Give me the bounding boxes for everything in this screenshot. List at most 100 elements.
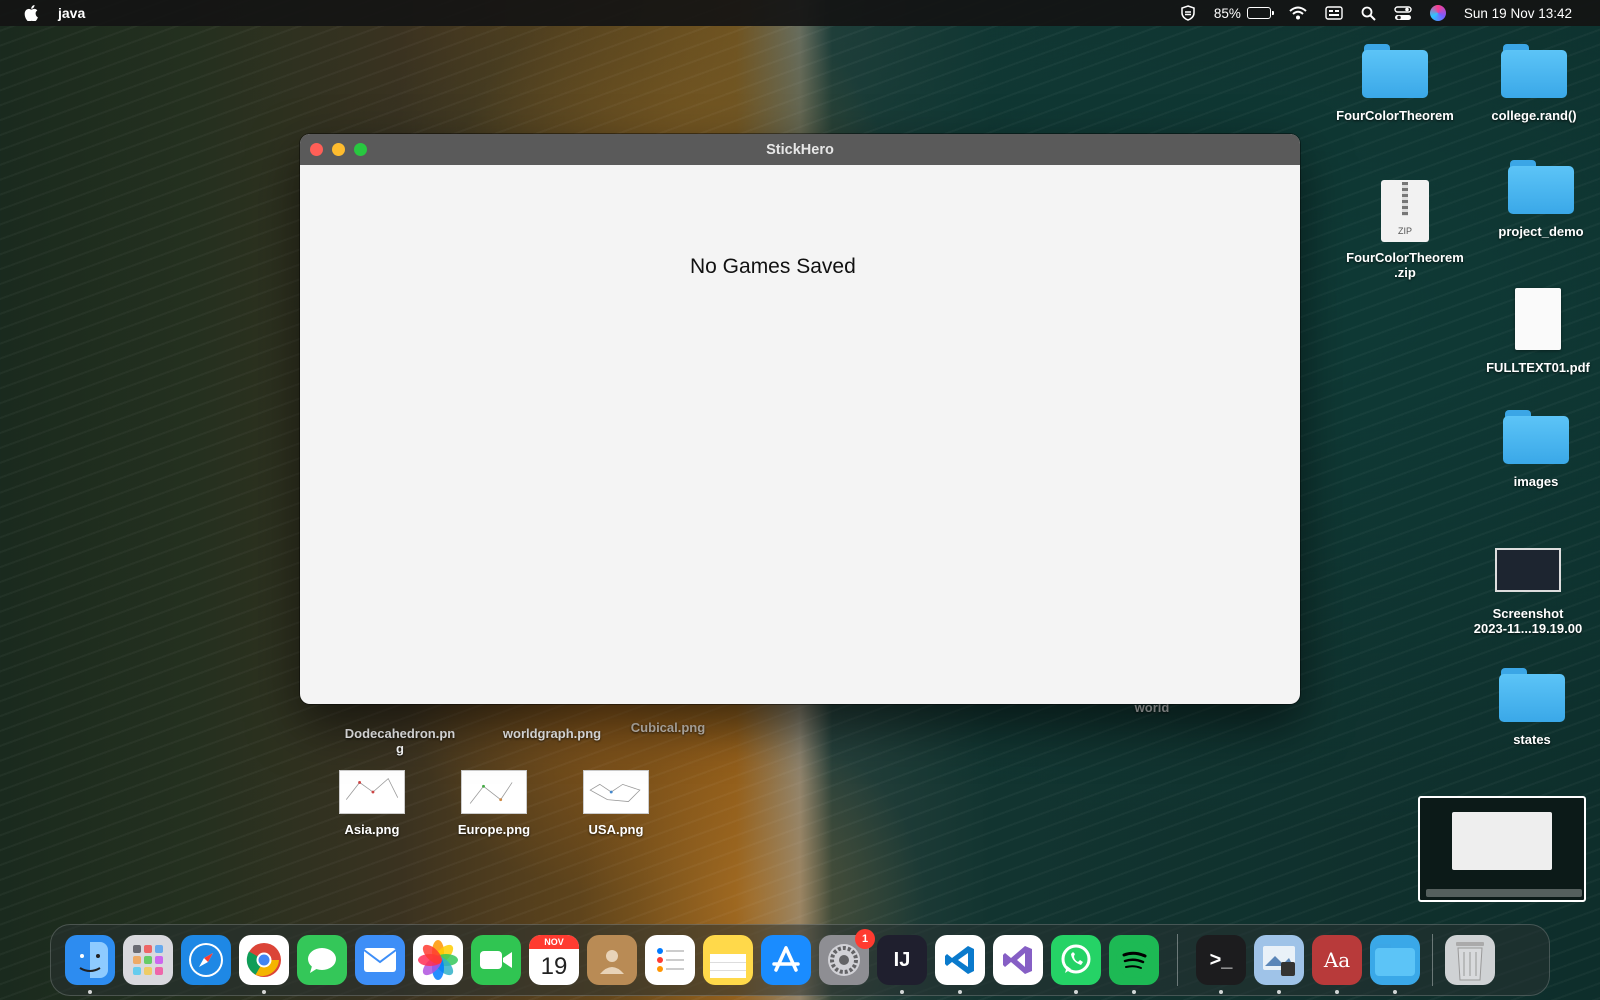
battery-status[interactable]: 85% bbox=[1213, 5, 1274, 21]
trash-icon bbox=[1452, 938, 1488, 982]
dictionary-icon: Aa bbox=[1323, 948, 1351, 972]
desktop-file-europe-png[interactable]: Europe.png bbox=[452, 770, 536, 837]
desktop-file-screenshot[interactable]: Screenshot 2023-11...19.19.00 bbox=[1462, 548, 1594, 636]
desktop-folder-images[interactable]: images bbox=[1470, 410, 1600, 489]
siri-icon[interactable] bbox=[1429, 5, 1446, 21]
dock-trash-button[interactable] bbox=[1445, 935, 1495, 985]
running-indicator bbox=[262, 990, 266, 994]
image-thumbnail bbox=[583, 770, 649, 814]
folder-icon bbox=[1362, 44, 1428, 98]
window-content: No Games Saved bbox=[300, 165, 1300, 704]
dock-intellij-button[interactable]: IJ bbox=[877, 935, 927, 994]
desktop-icon-label: FourColorTheorem bbox=[1336, 108, 1454, 123]
battery-percent: 85% bbox=[1213, 5, 1241, 21]
apple-menu-icon[interactable] bbox=[24, 5, 38, 21]
maximize-button[interactable] bbox=[354, 143, 367, 156]
dock-whatsapp-button[interactable] bbox=[1051, 935, 1101, 994]
minimize-button[interactable] bbox=[332, 143, 345, 156]
dock-separator bbox=[1177, 934, 1178, 986]
desktop-file-dodecahedron[interactable]: Dodecahedron.pn g bbox=[330, 726, 470, 756]
desktop-folder-college-rand[interactable]: college.rand() bbox=[1464, 44, 1600, 123]
dock-appstore-button[interactable] bbox=[761, 935, 811, 985]
chrome-icon bbox=[244, 940, 284, 980]
dock-separator bbox=[1432, 934, 1433, 986]
running-indicator bbox=[1132, 990, 1136, 994]
desktop-icon-label: project_demo bbox=[1498, 224, 1584, 239]
intellij-icon: IJ bbox=[893, 948, 911, 971]
dock-folder-button[interactable] bbox=[1370, 935, 1420, 994]
facetime-icon bbox=[478, 948, 514, 972]
menu-bar: java 85% Sun 19 Nov 13:42 bbox=[0, 0, 1600, 26]
dock-chrome-button[interactable] bbox=[239, 935, 289, 994]
dock-finder-button[interactable] bbox=[65, 935, 115, 994]
desktop-icon-label: states bbox=[1513, 732, 1551, 747]
desktop-icon-label: FourColorTheorem bbox=[1346, 250, 1464, 265]
visualstudio-icon bbox=[1000, 942, 1036, 978]
dock-messages-button[interactable] bbox=[297, 935, 347, 985]
search-icon[interactable] bbox=[1361, 6, 1376, 21]
zip-file-icon: ZIP bbox=[1381, 180, 1429, 242]
desktop-file-cubical[interactable]: Cubical.png bbox=[618, 720, 718, 735]
desktop-file-usa-png[interactable]: USA.png bbox=[574, 770, 658, 837]
desktop-icon-label: Asia.png bbox=[344, 822, 400, 837]
notification-badge: 1 bbox=[855, 929, 875, 949]
desktop-icon-label: FULLTEXT01.pdf bbox=[1486, 360, 1590, 375]
running-indicator bbox=[1393, 990, 1397, 994]
desktop-folder-project-demo[interactable]: project_demo bbox=[1470, 160, 1600, 239]
dock-photos-button[interactable] bbox=[413, 935, 463, 985]
desktop-icon-label: Europe.png bbox=[457, 822, 531, 837]
dock-spotify-button[interactable] bbox=[1109, 935, 1159, 994]
folder-icon bbox=[1503, 410, 1569, 464]
dock-launchpad-button[interactable] bbox=[123, 935, 173, 985]
running-indicator bbox=[88, 990, 92, 994]
dock-calendar-button[interactable]: NOV 19 bbox=[529, 935, 579, 985]
input-source-icon[interactable] bbox=[1325, 6, 1343, 20]
running-indicator bbox=[1335, 990, 1339, 994]
close-button[interactable] bbox=[310, 143, 323, 156]
reminders-icon bbox=[652, 942, 688, 978]
spotify-icon bbox=[1114, 940, 1154, 980]
folder-icon bbox=[1373, 942, 1417, 978]
dock-contacts-button[interactable] bbox=[587, 935, 637, 985]
appstore-icon bbox=[768, 942, 804, 978]
window-titlebar[interactable]: StickHero bbox=[300, 134, 1300, 165]
dock-vscode-button[interactable] bbox=[935, 935, 985, 994]
dock-preview-button[interactable] bbox=[1254, 935, 1304, 994]
control-center-icon[interactable] bbox=[1394, 5, 1412, 21]
folder-icon bbox=[1508, 160, 1574, 214]
desktop-file-worldgraph[interactable]: worldgraph.png bbox=[490, 726, 614, 741]
desktop-icon-label: USA.png bbox=[588, 822, 644, 837]
folder-icon bbox=[1499, 668, 1565, 722]
desktop-folder-states[interactable]: states bbox=[1468, 668, 1596, 747]
screenshot-preview-thumbnail[interactable] bbox=[1418, 796, 1586, 902]
shield-status-icon[interactable] bbox=[1180, 5, 1196, 21]
desktop-file-fulltext01-pdf[interactable]: FULLTEXT01.pdf bbox=[1476, 288, 1600, 375]
zip-badge: ZIP bbox=[1397, 226, 1412, 236]
running-indicator bbox=[900, 990, 904, 994]
dock-visualstudio-button[interactable] bbox=[993, 935, 1043, 985]
dock-terminal-button[interactable]: >_ bbox=[1196, 935, 1246, 994]
dock: NOV 19 1 IJ >_ Aa bbox=[50, 924, 1550, 996]
stickhero-window: StickHero No Games Saved bbox=[300, 134, 1300, 704]
active-app-name[interactable]: java bbox=[58, 5, 85, 21]
dock-notes-button[interactable] bbox=[703, 935, 753, 985]
calendar-month: NOV bbox=[529, 935, 579, 949]
clock[interactable]: Sun 19 Nov 13:42 bbox=[1464, 6, 1572, 21]
dock-settings-button[interactable]: 1 bbox=[819, 929, 875, 985]
dock-safari-button[interactable] bbox=[181, 935, 231, 985]
wifi-icon[interactable] bbox=[1289, 6, 1307, 20]
dock-mail-button[interactable] bbox=[355, 935, 405, 985]
desktop-file-fourcolortheorem-zip[interactable]: ZIP FourColorTheorem .zip bbox=[1330, 180, 1480, 280]
dock-dictionary-button[interactable]: Aa bbox=[1312, 935, 1362, 994]
image-thumbnail bbox=[339, 770, 405, 814]
battery-icon bbox=[1246, 7, 1274, 19]
messages-icon bbox=[304, 942, 340, 978]
notes-icon bbox=[708, 940, 748, 980]
pdf-file-icon bbox=[1515, 288, 1561, 350]
desktop-file-asia-png[interactable]: Asia.png bbox=[330, 770, 414, 837]
desktop-folder-fourcolortheorem[interactable]: FourColorTheorem bbox=[1320, 44, 1470, 123]
calendar-day: 19 bbox=[540, 953, 568, 980]
dock-facetime-button[interactable] bbox=[471, 935, 521, 985]
dock-reminders-button[interactable] bbox=[645, 935, 695, 985]
preview-icon bbox=[1259, 940, 1299, 980]
